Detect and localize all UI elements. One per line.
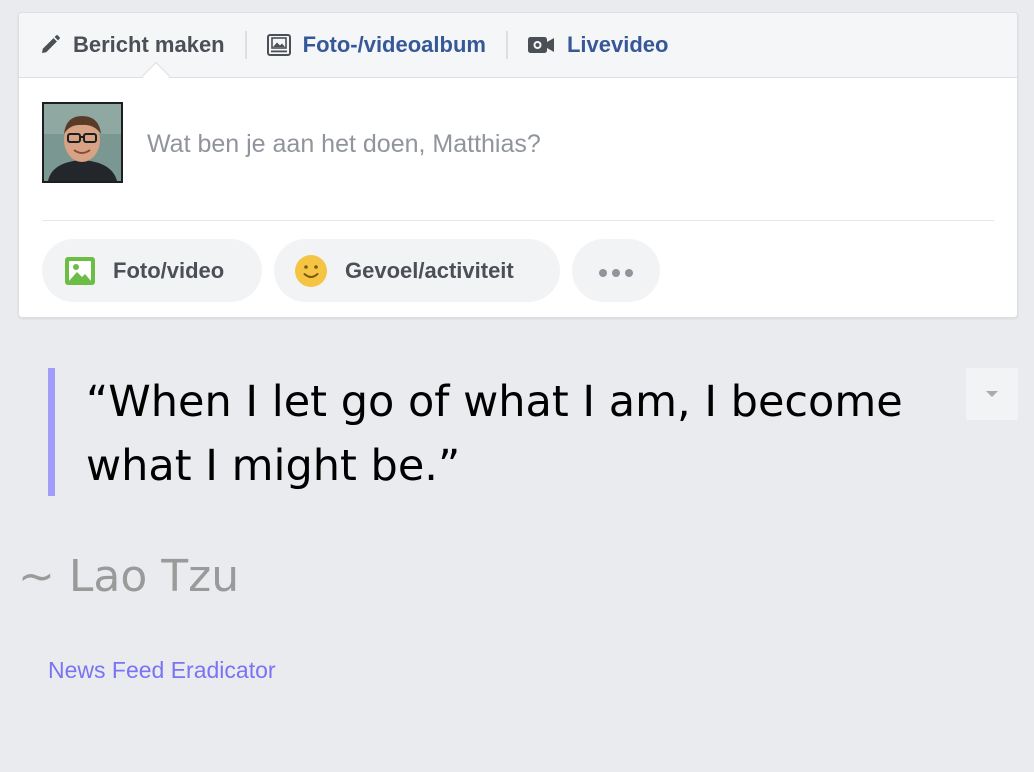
tab-photo-album-label: Foto-/videoalbum bbox=[302, 32, 486, 57]
feeling-activity-button[interactable]: Gevoel/activiteit bbox=[274, 239, 560, 302]
photo-video-label: Foto/video bbox=[113, 257, 225, 283]
composer-divider bbox=[42, 220, 994, 221]
pencil-icon bbox=[39, 34, 61, 56]
tab-live-video[interactable]: Livevideo bbox=[508, 13, 668, 77]
composer-actions: Foto/video Gevoel/activiteit bbox=[42, 239, 660, 302]
smiley-icon bbox=[294, 254, 328, 288]
video-camera-icon bbox=[527, 35, 555, 55]
feeling-activity-label: Gevoel/activiteit bbox=[345, 257, 514, 283]
more-options-button[interactable] bbox=[572, 239, 660, 302]
status-input[interactable] bbox=[147, 123, 987, 165]
avatar[interactable] bbox=[42, 102, 123, 183]
tab-create-post-label: Bericht maken bbox=[73, 32, 225, 57]
quote-accent-bar bbox=[48, 368, 55, 496]
post-composer: Bericht maken Foto-/videoalbum Livevideo… bbox=[18, 12, 1018, 318]
quote-author: ~ Lao Tzu bbox=[18, 551, 240, 602]
composer-tab-bar: Bericht maken Foto-/videoalbum Livevideo bbox=[19, 13, 1017, 78]
tab-photo-album[interactable]: Foto-/videoalbum bbox=[247, 13, 506, 77]
quote-text: “When I let go of what I am, I become wh… bbox=[86, 377, 903, 491]
news-feed-eradicator-link[interactable]: News Feed Eradicator bbox=[48, 657, 276, 684]
photo-icon bbox=[64, 256, 96, 286]
photo-video-button[interactable]: Foto/video bbox=[42, 239, 262, 302]
chevron-down-icon bbox=[985, 385, 999, 403]
photo-album-icon bbox=[266, 34, 291, 56]
tab-create-post[interactable]: Bericht maken bbox=[19, 13, 245, 77]
more-dots-icon bbox=[598, 258, 634, 284]
tab-live-video-label: Livevideo bbox=[566, 32, 669, 57]
quote-options-dropdown[interactable] bbox=[966, 368, 1018, 420]
